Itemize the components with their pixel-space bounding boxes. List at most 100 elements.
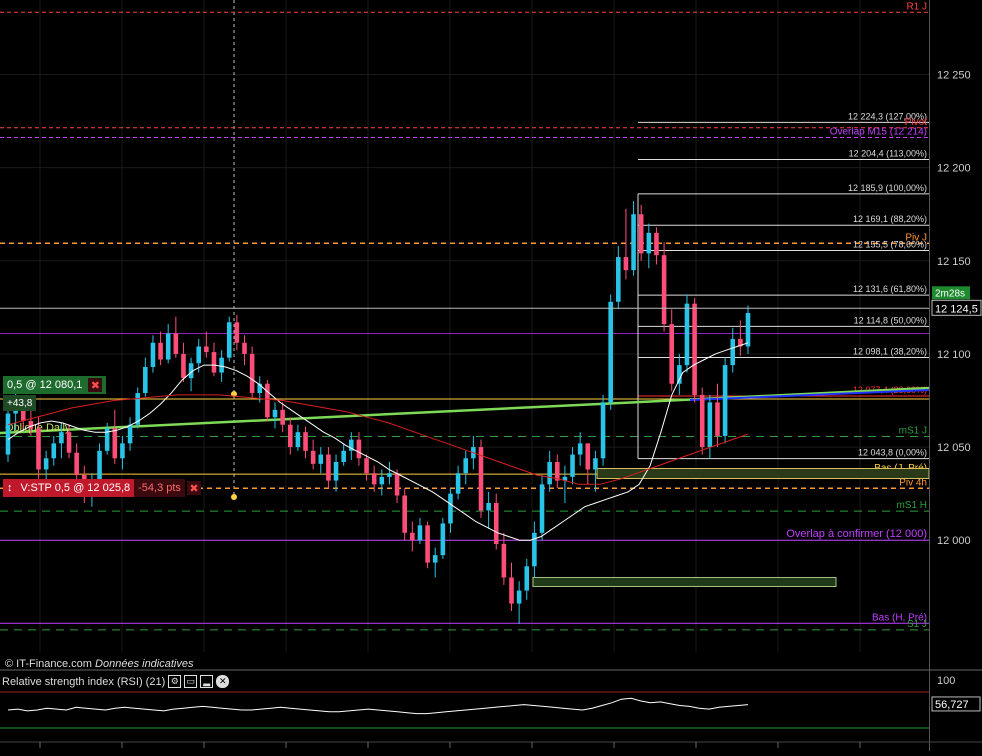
level-label: Overlap M15 (12 214): [830, 126, 927, 137]
stop-order-drag-handle[interactable]: ↕: [3, 479, 17, 497]
candle-body: [730, 339, 736, 366]
candle-body: [112, 428, 118, 459]
candle-body: [501, 543, 507, 578]
candle-body: [5, 413, 11, 455]
candle-body: [318, 454, 324, 464]
fibonacci-level-label: 12 043,8 (0,00%): [858, 448, 927, 458]
candle-body: [677, 365, 682, 384]
candle-body: [570, 454, 575, 477]
candle-body: [616, 257, 621, 302]
candle-body: [356, 439, 362, 459]
price-chart-svg[interactable]: R1 J12 283,412 224,3 (127,00%)Pivot12 22…: [0, 0, 982, 751]
candle-body: [554, 461, 560, 481]
candle-body: [608, 301, 613, 403]
stop-order-label[interactable]: ↕ V:STP 0,5 @ 12 025,8 -54,3 pts ✖: [3, 479, 201, 497]
demand-zone: [532, 576, 837, 587]
candle-body: [410, 532, 415, 541]
candle-body: [303, 432, 308, 451]
candle-body: [173, 333, 179, 354]
candle-body: [165, 333, 171, 360]
candle-body: [463, 458, 469, 474]
candle-body: [364, 458, 369, 474]
buy-position-text: 0,5 @ 12 080,1: [7, 379, 83, 391]
candle-body: [524, 566, 530, 591]
minimize-icon[interactable]: ▂: [200, 675, 214, 688]
candle-body: [593, 458, 598, 470]
candle-body: [242, 342, 247, 354]
candle-body: [669, 324, 674, 384]
candle-body: [158, 342, 163, 360]
candle-body: [326, 454, 331, 481]
level-label: S1 J: [907, 619, 927, 630]
level-label: mS1 J: [899, 425, 927, 436]
candle-body: [425, 525, 430, 563]
candle-body: [707, 402, 713, 448]
candle-body: [577, 443, 583, 455]
candle-body: [455, 473, 461, 494]
candle-body: [654, 232, 659, 256]
candle-body: [295, 432, 301, 448]
candle-body: [493, 502, 499, 544]
candle-body: [310, 450, 316, 464]
candle-body: [234, 322, 240, 343]
candle-body: [51, 443, 57, 459]
buy-position-pnl: +43,8: [3, 395, 37, 411]
close-position-icon[interactable]: ✖: [88, 378, 103, 392]
price-tick-label: 12 200: [937, 163, 971, 175]
candle-body: [272, 409, 278, 418]
candle-body: [432, 555, 438, 563]
buy-position-label[interactable]: 0,5 @ 12 080,1 ✖: [3, 376, 107, 394]
candle-body: [280, 409, 285, 425]
candle-body: [204, 346, 209, 353]
price-tick-label: 12 100: [937, 349, 971, 361]
candle-body: [150, 342, 156, 367]
fibonacci-level-label: 12 185,9 (100,00%): [848, 183, 927, 193]
candle-body: [59, 432, 64, 444]
price-tick-label: 12 150: [937, 256, 971, 268]
candle-body: [516, 590, 522, 604]
candle-body: [722, 365, 728, 436]
candle-body: [265, 383, 270, 418]
candle-body: [448, 493, 453, 524]
rsi-tick-label: 100: [937, 675, 955, 687]
fibonacci-level-label: 12 169,1 (88,20%): [853, 214, 927, 224]
candle-body: [379, 476, 385, 485]
rsi-label: Relative strength index (RSI) (21): [2, 675, 166, 688]
candle-body: [66, 432, 72, 453]
credit-note: Données indicatives: [95, 658, 194, 670]
last-price-text: 12 124,5: [935, 303, 978, 315]
candle-body: [371, 473, 377, 485]
level-label: mS1 H: [896, 500, 927, 511]
candle-body: [715, 402, 720, 436]
level-label: R1 J: [906, 1, 927, 12]
candle-body: [646, 232, 652, 254]
candle-body: [74, 452, 79, 476]
level-label: Overlap à confirmer (12 000): [786, 528, 927, 540]
candle-body: [684, 303, 690, 366]
price-tick-label: 12 000: [937, 535, 971, 547]
cancel-order-icon[interactable]: ✖: [186, 481, 201, 495]
rsi-toolbar: Relative strength index (RSI) (21) ⚙ ▭ ▂…: [2, 673, 230, 690]
candle-body: [219, 357, 224, 373]
candle-body: [287, 424, 293, 448]
wrench-icon[interactable]: ⚙: [168, 675, 182, 688]
candle-body: [539, 484, 545, 533]
price-tick-label: 12 050: [937, 442, 971, 454]
close-icon[interactable]: ✕: [216, 675, 230, 688]
candle-body: [402, 495, 407, 533]
window-icon[interactable]: ▭: [184, 675, 198, 688]
fibonacci-level-label: 12 114,8 (50,00%): [854, 315, 927, 325]
candle-body: [127, 424, 133, 444]
trading-chart[interactable]: R1 J12 283,412 224,3 (127,00%)Pivot12 22…: [0, 0, 982, 751]
axis-background: [929, 0, 982, 751]
candle-body: [417, 525, 423, 541]
candle-body: [509, 577, 514, 604]
candle-body: [196, 346, 202, 364]
timer-text: 2m28s: [935, 288, 965, 299]
candle-body: [97, 450, 102, 481]
candle-body: [226, 322, 232, 358]
candle-body: [585, 443, 591, 470]
stop-order-text: V:STP 0,5 @ 12 025,8: [16, 479, 135, 497]
candle-body: [43, 458, 49, 470]
stop-order-pnl: -54,3 pts: [134, 479, 185, 497]
